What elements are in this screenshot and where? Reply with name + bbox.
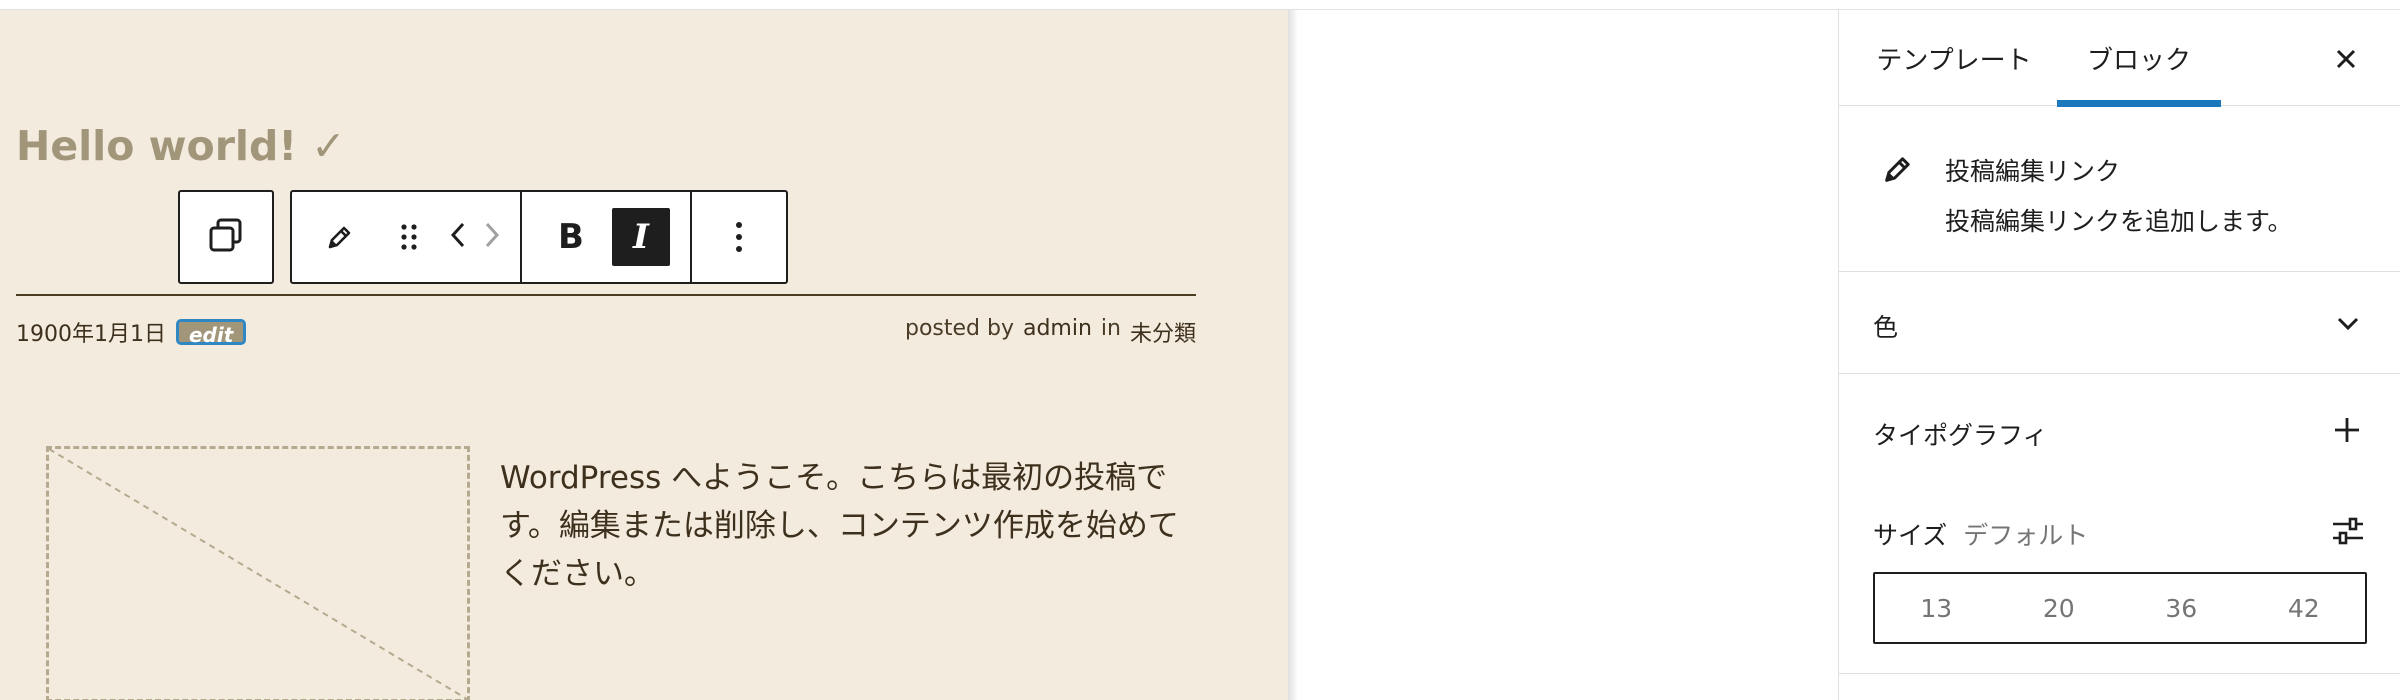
duplicate-squares-icon (208, 217, 244, 257)
post-title[interactable]: Hello world! ✓ (16, 122, 346, 170)
separator (16, 294, 1196, 296)
toolbar-section-options (690, 192, 786, 282)
italic-button[interactable]: I (612, 208, 670, 266)
font-size-label: サイズ (1873, 521, 1948, 550)
font-size-option[interactable]: 20 (2029, 594, 2089, 623)
sidebar-tabs: テンプレート ブロック (1839, 10, 2400, 107)
font-size-option[interactable]: 13 (1906, 594, 1966, 623)
featured-image-placeholder[interactable] (46, 446, 470, 700)
settings-sliders-icon[interactable] (2331, 516, 2365, 550)
tab-block-label: ブロック (2086, 45, 2191, 76)
chevron-right-icon[interactable] (483, 220, 501, 254)
color-panel-toggle[interactable]: 色 (1839, 272, 2400, 374)
post-edit-link[interactable]: edit (175, 319, 247, 347)
post-excerpt[interactable]: WordPress へようこそ。こちらは最初の投稿です。編集または削除し、コンテ… (500, 454, 1200, 598)
post-category[interactable]: 未分類 (1130, 316, 1196, 348)
more-vertical-icon[interactable] (710, 208, 768, 266)
block-card: 投稿編集リンク 投稿編集リンクを追加します。 (1839, 106, 2400, 272)
plus-icon[interactable] (2333, 416, 2361, 448)
tab-template-label: テンプレート (1876, 45, 2032, 76)
color-panel-label: 色 (1873, 313, 1899, 342)
settings-sidebar: テンプレート ブロック 投稿編集リンク 投稿編集リンクを追加します。 色 タイポ… (1838, 10, 2400, 700)
block-toolbar: B I (290, 190, 788, 284)
editor-canvas[interactable]: Hello world! ✓ B I 1900年1月1日 edit posted… (0, 10, 1288, 700)
tab-template[interactable]: テンプレート (1869, 10, 2039, 106)
close-icon (2334, 47, 2358, 75)
top-bar-edge (0, 0, 2400, 10)
toolbar-section-block (292, 192, 520, 282)
font-size-value: デフォルト (1963, 521, 2089, 550)
typography-panel: タイポグラフィ サイズ デフォルト 13 20 36 42 (1839, 374, 2400, 674)
typography-panel-label: タイポグラフィ (1873, 421, 2048, 450)
toolbar-section-format: B I (520, 192, 690, 282)
post-date-row: 1900年1月1日 edit (16, 316, 247, 348)
block-card-title: 投稿編集リンク (1945, 157, 2121, 186)
close-sidebar-button[interactable] (2331, 46, 2361, 76)
canvas-shadow (1288, 10, 1298, 700)
font-size-option[interactable]: 42 (2274, 594, 2334, 623)
post-author[interactable]: admin (1023, 316, 1092, 348)
posted-by-label: posted by (904, 316, 1014, 341)
in-label: in (1100, 316, 1121, 341)
font-size-label-row: サイズ デフォルト (1873, 516, 2088, 552)
block-card-description: 投稿編集リンクを追加します。 (1945, 207, 2293, 236)
block-transform-button[interactable] (178, 190, 274, 284)
pencil-icon (1881, 152, 1915, 190)
chevron-left-icon[interactable] (449, 220, 467, 254)
font-size-picker: 13 20 36 42 (1873, 572, 2367, 644)
bold-button[interactable]: B (542, 208, 600, 266)
drag-handle-icon[interactable] (380, 208, 438, 266)
font-size-option[interactable]: 36 (2151, 594, 2211, 623)
pencil-icon[interactable] (311, 208, 369, 266)
post-date: 1900年1月1日 (16, 322, 166, 347)
post-byline: posted by admin in 未分類 (905, 316, 1196, 348)
chevron-down-icon (2335, 310, 2361, 340)
tab-block[interactable]: ブロック (2057, 10, 2221, 107)
